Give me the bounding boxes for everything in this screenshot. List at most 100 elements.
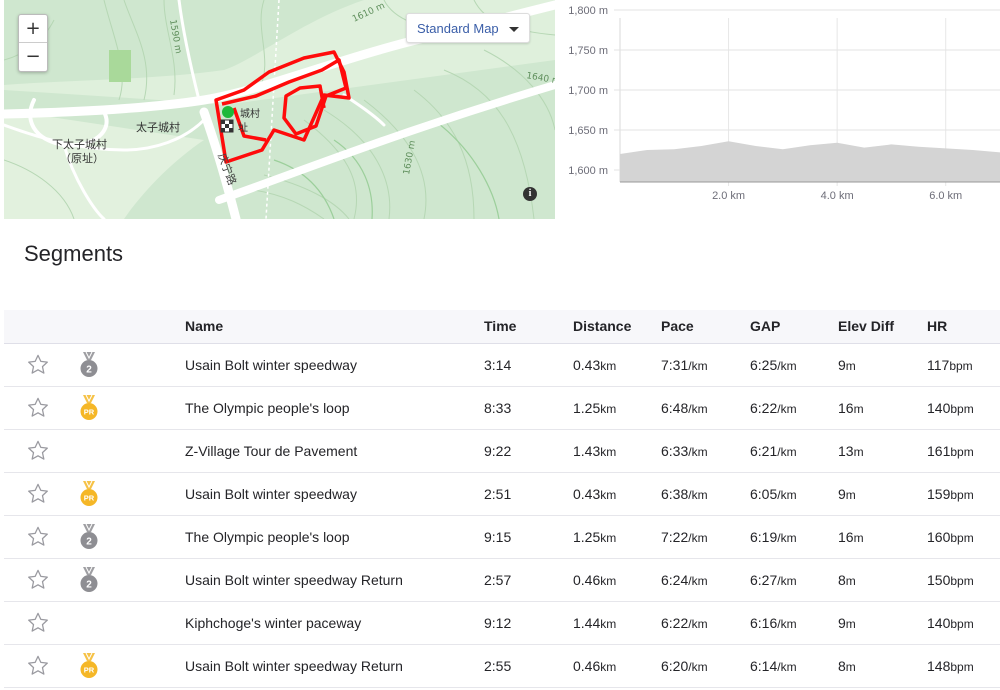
- segment-distance: 1.43km: [573, 429, 661, 473]
- segment-name[interactable]: The Olympic people's loop: [185, 515, 484, 559]
- segment-distance-value: 1.43: [573, 442, 601, 459]
- segment-elev-diff-value: 16: [838, 399, 854, 416]
- segment-distance-unit: km: [600, 573, 617, 588]
- segment-name[interactable]: Usain Bolt winter speedway: [185, 343, 484, 387]
- segment-gap-value: 6:19: [750, 528, 778, 545]
- y-tick-label: 1,800 m: [568, 5, 608, 17]
- star-icon[interactable]: [27, 655, 66, 676]
- segment-distance: 0.46km: [573, 644, 661, 688]
- segment-gap-unit: /km: [777, 444, 797, 459]
- map-type-label: Standard Map: [417, 21, 499, 36]
- segment-pace-value: 6:48: [661, 399, 689, 416]
- segment-pace-unit: /km: [688, 616, 708, 631]
- segment-hr: 160bpm: [927, 515, 1000, 559]
- segment-pace-value: 6:38: [661, 485, 689, 502]
- pr-medal-icon: PR: [80, 480, 98, 506]
- header-elev-diff[interactable]: Elev Diff: [838, 310, 927, 344]
- route-map[interactable]: 太子城村 下太子城村 （原址） 城村 址 庆宁路 1610 m 1590 m 1…: [4, 0, 555, 219]
- segment-name[interactable]: Usain Bolt winter speedway: [185, 472, 484, 516]
- segment-pace: 7:31/km: [661, 343, 750, 387]
- medal-cell: [66, 429, 185, 473]
- zoom-out-button[interactable]: −: [19, 43, 47, 71]
- segment-distance-unit: km: [600, 444, 617, 459]
- header-star: [4, 310, 66, 344]
- segment-hr-unit: bpm: [950, 573, 974, 588]
- segment-elev-diff-value: 16: [838, 528, 854, 545]
- star-icon[interactable]: [27, 612, 66, 633]
- info-icon[interactable]: i: [523, 187, 537, 201]
- segment-row[interactable]: 2 Usain Bolt winter speedway 3:14 0.43km 7:3…: [4, 343, 1000, 387]
- map-label: 太子城村: [136, 120, 180, 134]
- medal-label: PR: [84, 407, 95, 416]
- star-cell: [4, 472, 66, 516]
- segment-distance: 0.46km: [573, 558, 661, 602]
- segment-distance-value: 0.46: [573, 657, 601, 674]
- segment-row[interactable]: PR The Olympic people's loop 8:33 1.25km 6:4…: [4, 386, 1000, 430]
- segment-distance: 1.25km: [573, 515, 661, 559]
- header-pace[interactable]: Pace: [661, 310, 750, 344]
- header-time[interactable]: Time: [484, 310, 573, 344]
- segment-name[interactable]: The Olympic people's loop: [185, 386, 484, 430]
- header-medal: [66, 310, 185, 344]
- segment-pace-unit: /km: [688, 659, 708, 674]
- pr-medal-icon: PR: [80, 394, 98, 420]
- segment-distance-unit: km: [600, 401, 617, 416]
- segment-elev-diff: 8m: [838, 644, 927, 688]
- segment-row[interactable]: Kiphchoge's winter paceway 9:12 1.44km 6:22…: [4, 601, 1000, 645]
- segment-name[interactable]: Usain Bolt winter speedway Return: [185, 558, 484, 602]
- map-type-dropdown[interactable]: Standard Map: [406, 13, 530, 43]
- star-icon[interactable]: [27, 569, 66, 590]
- segment-elev-diff-unit: m: [853, 401, 864, 416]
- segment-pace: 6:22/km: [661, 601, 750, 645]
- segment-name[interactable]: Usain Bolt winter speedway Return: [185, 644, 484, 688]
- silver-medal-icon: 2: [80, 351, 98, 377]
- segment-row[interactable]: 2 The Olympic people's loop 9:15 1.25km 7:22…: [4, 515, 1000, 559]
- segment-gap: 6:27/km: [750, 558, 838, 602]
- header-hr[interactable]: HR: [927, 310, 1000, 344]
- star-cell: [4, 558, 66, 602]
- segment-row[interactable]: 2 Usain Bolt winter speedway Return 2:57 0.…: [4, 558, 1000, 602]
- medal-label: 2: [86, 536, 92, 547]
- segment-hr-value: 150: [927, 571, 951, 588]
- segment-hr-value: 161: [927, 442, 951, 459]
- segment-gap: 6:19/km: [750, 515, 838, 559]
- segment-pace-value: 6:33: [661, 442, 689, 459]
- header-gap[interactable]: GAP: [750, 310, 838, 344]
- y-tick-label: 1,750 m: [568, 45, 608, 57]
- segment-row[interactable]: Z-Village Tour de Pavement 9:22 1.43km 6:33…: [4, 429, 1000, 473]
- segment-name[interactable]: Kiphchoge's winter paceway: [185, 601, 484, 645]
- segment-distance-value: 1.25: [573, 399, 601, 416]
- segment-gap-unit: /km: [777, 573, 797, 588]
- segment-pace-unit: /km: [688, 573, 708, 588]
- medal-label: 2: [86, 364, 92, 375]
- segment-hr: 148bpm: [927, 644, 1000, 688]
- segment-row[interactable]: PR Usain Bolt winter speedway 2:51 0.43km 6:…: [4, 472, 1000, 516]
- y-tick-label: 1,600 m: [568, 165, 608, 177]
- star-icon[interactable]: [27, 397, 66, 418]
- segment-time: 2:55: [484, 644, 573, 688]
- x-tick-label: 2.0 km: [712, 190, 745, 202]
- segment-name[interactable]: Z-Village Tour de Pavement: [185, 429, 484, 473]
- segment-pace-unit: /km: [688, 401, 708, 416]
- star-icon[interactable]: [27, 483, 66, 504]
- segment-row[interactable]: PR Usain Bolt winter speedway Return 2:55 0…: [4, 644, 1000, 688]
- segment-distance-unit: km: [600, 358, 617, 373]
- segment-elev-diff-unit: m: [853, 530, 864, 545]
- segment-elev-diff-value: 8: [838, 571, 846, 588]
- star-icon[interactable]: [27, 440, 66, 461]
- y-tick-label: 1,700 m: [568, 85, 608, 97]
- header-distance[interactable]: Distance: [573, 310, 661, 344]
- star-icon[interactable]: [27, 526, 66, 547]
- medal-cell: 2: [66, 343, 185, 387]
- star-icon[interactable]: [27, 354, 66, 375]
- segments-title: Segments: [24, 241, 124, 266]
- segment-elev-diff-value: 9: [838, 356, 846, 373]
- segment-hr-value: 160: [927, 528, 951, 545]
- segment-distance: 1.25km: [573, 386, 661, 430]
- zoom-in-button[interactable]: +: [19, 15, 47, 43]
- segment-pace: 6:48/km: [661, 386, 750, 430]
- segment-pace-unit: /km: [688, 487, 708, 502]
- medal-cell: PR: [66, 472, 185, 516]
- header-name[interactable]: Name: [185, 310, 484, 344]
- segment-pace-value: 6:20: [661, 657, 689, 674]
